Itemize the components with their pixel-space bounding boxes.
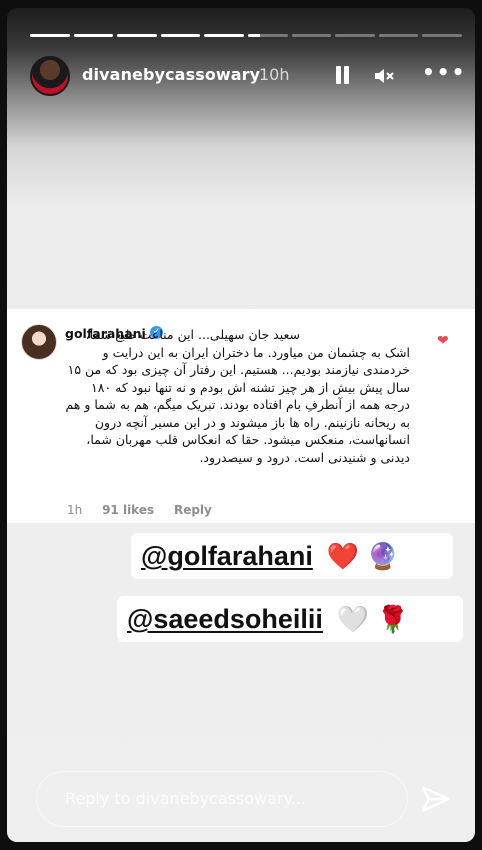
story-progress-bar bbox=[30, 34, 462, 37]
comment-text: سعید جان سهیلی... این مناعت طبع شما، اشک… bbox=[65, 327, 410, 465]
progress-segment bbox=[422, 34, 462, 37]
progress-segment-current bbox=[247, 34, 288, 37]
progress-segment bbox=[335, 34, 375, 37]
heart-icon[interactable]: ❤ bbox=[437, 333, 449, 349]
mention-emojis: 🤍 🌹 bbox=[336, 603, 409, 634]
comment-reply-button[interactable]: Reply bbox=[174, 503, 212, 517]
comment-meta: 1h 91 likes Reply bbox=[67, 503, 228, 517]
story-username[interactable]: divanebycassowary bbox=[82, 65, 260, 84]
mention-sticker[interactable]: @saeedsoheilii 🤍 🌹 bbox=[117, 596, 463, 642]
more-icon[interactable]: ••• bbox=[422, 60, 464, 84]
mention-emojis: ❤️ 🔮 bbox=[326, 540, 399, 571]
progress-segment bbox=[117, 34, 157, 37]
reply-input[interactable]: Reply to divanebycassowary... bbox=[36, 771, 408, 827]
avatar[interactable] bbox=[30, 56, 70, 96]
comment-card: golfarahani ✓ سعید جان سهیلی... این مناع… bbox=[7, 309, 475, 523]
story-time: 10h bbox=[259, 65, 290, 84]
mention-handle[interactable]: @saeedsoheilii bbox=[127, 604, 323, 635]
progress-segment bbox=[378, 34, 419, 37]
comment-avatar[interactable] bbox=[21, 324, 57, 360]
mute-icon[interactable] bbox=[372, 64, 396, 88]
send-icon[interactable] bbox=[419, 782, 453, 816]
story-header: divanebycassowary 10h ••• bbox=[30, 56, 464, 100]
progress-segment bbox=[30, 34, 70, 37]
progress-segment bbox=[73, 34, 114, 37]
progress-segment bbox=[160, 34, 201, 37]
pause-icon[interactable] bbox=[330, 64, 354, 88]
mention-sticker[interactable]: @golfarahani ❤️ 🔮 bbox=[131, 533, 453, 579]
mention-handle[interactable]: @golfarahani bbox=[141, 541, 313, 572]
progress-segment bbox=[204, 34, 244, 37]
comment-likes[interactable]: 91 likes bbox=[102, 503, 154, 517]
comment-age: 1h bbox=[67, 503, 83, 517]
progress-segment bbox=[291, 34, 332, 37]
